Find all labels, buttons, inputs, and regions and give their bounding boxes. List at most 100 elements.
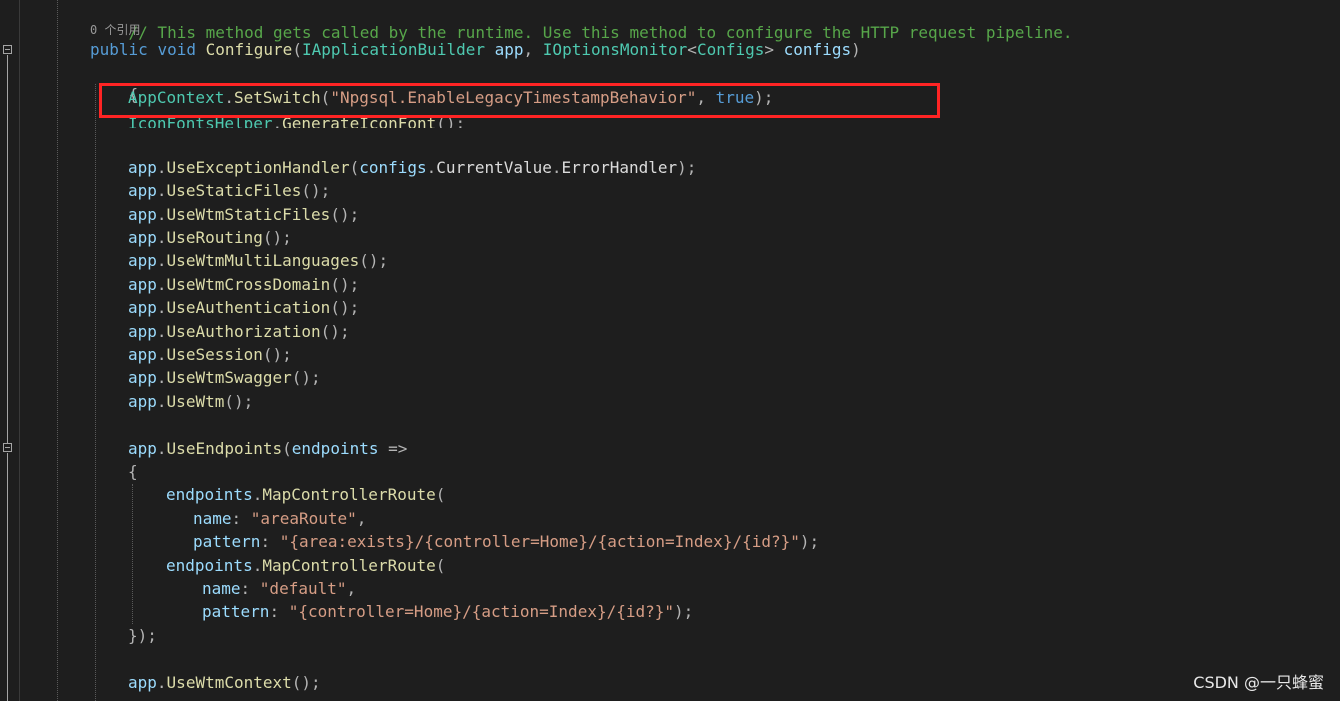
punctuation: ( [435,485,446,504]
punctuation: . [156,228,167,247]
code-line-use-endpoints[interactable]: app.UseEndpoints(endpoints => [128,438,407,460]
punctuation: . [156,368,167,387]
identifier: app [128,298,157,317]
code-line-app-call[interactable]: app.UseWtm(); [128,391,253,413]
identifier: app [128,439,157,458]
keyword-public: public [90,40,148,59]
punctuation: ); [674,602,694,621]
punctuation: (); [291,368,321,387]
fold-region-line [7,453,8,701]
code-line-route-pattern[interactable]: pattern: "{area:exists}/{controller=Home… [193,531,819,553]
punctuation: . [252,485,263,504]
code-line-signature[interactable]: public void Configure(IApplicationBuilde… [90,39,861,61]
identifier: CurrentValue [436,158,552,177]
punctuation: . [156,673,167,692]
indent-guide [132,484,133,624]
method-name: UseWtmCrossDomain [166,275,331,294]
parameter-name: endpoints [291,439,379,458]
punctuation: , [346,579,357,598]
type-name: IOptionsMonitor [542,40,688,59]
punctuation: (); [320,322,350,341]
method-name: UseAuthorization [166,322,321,341]
code-line-route-name[interactable]: name: "areaRoute", [193,508,366,530]
identifier: configs [359,158,427,177]
watermark: CSDN @一只蜂蜜 [1193,673,1324,692]
code-line-map-route[interactable]: endpoints.MapControllerRoute( [166,484,445,506]
gutter-divider [19,0,20,701]
named-argument: name [193,509,232,528]
method-name: Configure [205,40,293,59]
code-line-app-call[interactable]: app.UseWtmContext(); [128,672,321,694]
code-line-map-route[interactable]: endpoints.MapControllerRoute( [166,555,445,577]
method-name: UseWtmContext [166,673,292,692]
identifier: app [128,181,157,200]
punctuation: . [156,181,167,200]
indent-guide [57,0,58,701]
identifier: app [128,345,157,364]
code-line-app-call[interactable]: app.UseWtmMultiLanguages(); [128,250,388,272]
punctuation: > [764,40,775,59]
indent-guide [95,84,96,701]
code-line-app-call[interactable]: app.UseWtmSwagger(); [128,367,321,389]
code-line-app-call[interactable]: app.UseAuthorization(); [128,321,350,343]
punctuation: (); [262,228,292,247]
code-line-inner-close[interactable]: }); [128,625,157,647]
string-literal: "default" [259,579,347,598]
code-editor[interactable]: // This method gets called by the runtim… [0,0,1340,701]
parameter-name: configs [783,40,852,59]
method-name: UseSession [166,345,263,364]
code-line-exception-handler[interactable]: app.UseExceptionHandler(configs.CurrentV… [128,157,696,179]
identifier: app [128,322,157,341]
codelens-references[interactable]: 0 个引用 [90,22,140,38]
punctuation: ); [677,158,697,177]
method-name: UseWtm [166,392,225,411]
code-line-app-call[interactable]: app.UseAuthentication(); [128,297,359,319]
punctuation: : [231,509,251,528]
punctuation: , [523,40,543,59]
method-name: MapControllerRoute [262,485,436,504]
code-line-inner-open[interactable]: { [128,461,138,483]
identifier: app [128,205,157,224]
identifier: app [128,368,157,387]
punctuation: ); [799,532,820,551]
brace: }); [128,626,157,645]
code-line-open-brace[interactable]: { [90,62,139,104]
punctuation: (); [291,673,321,692]
code-line-route-name[interactable]: name: "default", [202,578,356,600]
punctuation: . [156,345,167,364]
identifier: app [128,673,157,692]
method-name: UseEndpoints [166,439,283,458]
punctuation: . [156,322,167,341]
punctuation: (); [359,251,389,270]
code-line-app-call[interactable]: app.UseWtmStaticFiles(); [128,204,359,226]
collapse-lambda-icon[interactable] [3,443,12,452]
collapse-method-icon[interactable] [3,45,12,54]
code-line-route-pattern[interactable]: pattern: "{controller=Home}/{action=Inde… [202,601,693,623]
string-literal: "{controller=Home}/{action=Index}/{id?}" [288,602,675,621]
punctuation: . [551,158,562,177]
string-literal: "{area:exists}/{controller=Home}/{action… [279,532,800,551]
named-argument: pattern [193,532,261,551]
type-name: Configs [696,40,765,59]
code-line-comment[interactable]: // This method gets called by the runtim… [90,0,1073,42]
punctuation: : [269,602,289,621]
code-line-app-call[interactable]: app.UseWtmCrossDomain(); [128,274,359,296]
identifier: app [128,392,157,411]
punctuation: : [260,532,280,551]
code-line-app-call[interactable]: app.UseSession(); [128,344,292,366]
identifier: endpoints [166,485,253,504]
punctuation: . [156,205,167,224]
punctuation: . [156,251,167,270]
type-name: IApplicationBuilder [301,40,485,59]
punctuation: (); [330,298,360,317]
highlight-annotation-box [99,83,940,118]
punctuation: (); [330,205,360,224]
method-name: UseWtmSwagger [166,368,292,387]
code-line-app-call[interactable]: app.UseRouting(); [128,227,292,249]
punctuation: => [378,439,408,458]
punctuation: . [156,275,167,294]
fold-region-line [7,55,8,443]
punctuation: ( [282,439,292,458]
code-line-app-call[interactable]: app.UseStaticFiles(); [128,180,330,202]
punctuation: ( [349,158,360,177]
